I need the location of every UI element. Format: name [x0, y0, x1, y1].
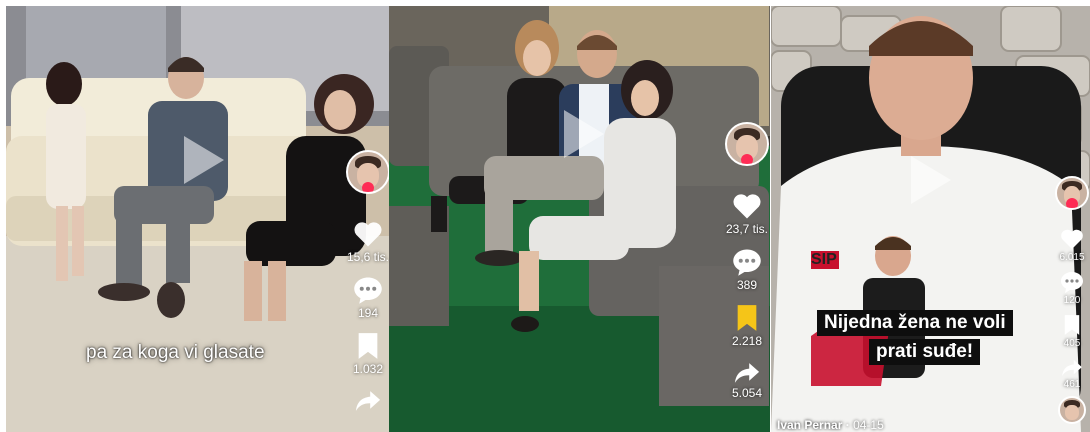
video-card-3[interactable]: SIP 6.015 120 405 461 Nijedna žena ne vo…: [771, 6, 1090, 432]
creator-avatar[interactable]: [725, 122, 769, 166]
comment-icon[interactable]: [353, 276, 383, 304]
follow-plus-icon[interactable]: [1066, 198, 1078, 208]
like-count: 6.015: [1059, 252, 1085, 263]
like-count: 23,7 tis.: [725, 222, 769, 236]
share-icon[interactable]: [733, 362, 761, 384]
video-card-2[interactable]: 23,7 tis. 389 2.218 5.054: [389, 6, 770, 432]
bookmark-icon[interactable]: [1063, 314, 1081, 336]
creator-avatar[interactable]: [1055, 176, 1089, 210]
heart-icon[interactable]: [732, 192, 762, 220]
video-card-1[interactable]: 15,6 tis. 194 1.032 pa za koga vi glasat…: [6, 6, 390, 432]
author-separator: ·: [845, 418, 854, 432]
caption-line-2: prati suđe!: [869, 339, 981, 365]
action-rail-3: 6.015 120 405 461: [1055, 176, 1089, 424]
bookmark-icon[interactable]: [356, 332, 380, 360]
play-icon[interactable]: [564, 110, 604, 158]
video-frame-1: [6, 6, 390, 432]
post-date: 04-15: [853, 418, 884, 432]
comment-icon[interactable]: [732, 248, 762, 276]
play-icon[interactable]: [911, 156, 951, 204]
heart-icon[interactable]: [1060, 228, 1084, 250]
comment-count: 120: [1063, 295, 1081, 306]
like-count: 15,6 tis.: [346, 250, 390, 264]
save-count: 1.032: [352, 362, 384, 376]
shirt-logo-text: SIP: [811, 251, 837, 268]
comment-count: 389: [736, 278, 758, 292]
share-icon[interactable]: [354, 390, 382, 412]
follow-plus-icon[interactable]: [362, 182, 374, 192]
save-count: 2.218: [731, 334, 763, 348]
video-frame-2: [389, 6, 770, 432]
video-frame-3: [771, 6, 1090, 432]
action-rail-1: 15,6 tis. 194 1.032: [346, 150, 390, 412]
share-count: 5.054: [731, 386, 763, 400]
author-name[interactable]: Ivan Pernar: [777, 418, 842, 432]
comment-count: 194: [357, 306, 379, 320]
creator-avatar[interactable]: [346, 150, 390, 194]
follow-plus-icon[interactable]: [741, 154, 753, 164]
comment-icon[interactable]: [1060, 271, 1084, 293]
heart-icon[interactable]: [353, 220, 383, 248]
share-icon[interactable]: [1061, 359, 1083, 377]
save-count: 405: [1063, 338, 1081, 349]
sound-disc-icon[interactable]: [1058, 396, 1086, 424]
caption-line-1: Nijedna žena ne voli: [817, 310, 1013, 336]
action-rail-2: 23,7 tis. 389 2.218 5.054: [725, 122, 769, 400]
bookmark-icon[interactable]: [735, 304, 759, 332]
share-count: 461: [1063, 379, 1081, 390]
author-line: Ivan Pernar · 04-15: [777, 418, 884, 432]
play-icon[interactable]: [184, 136, 224, 184]
video-caption: pa za koga vi glasate: [86, 342, 265, 363]
